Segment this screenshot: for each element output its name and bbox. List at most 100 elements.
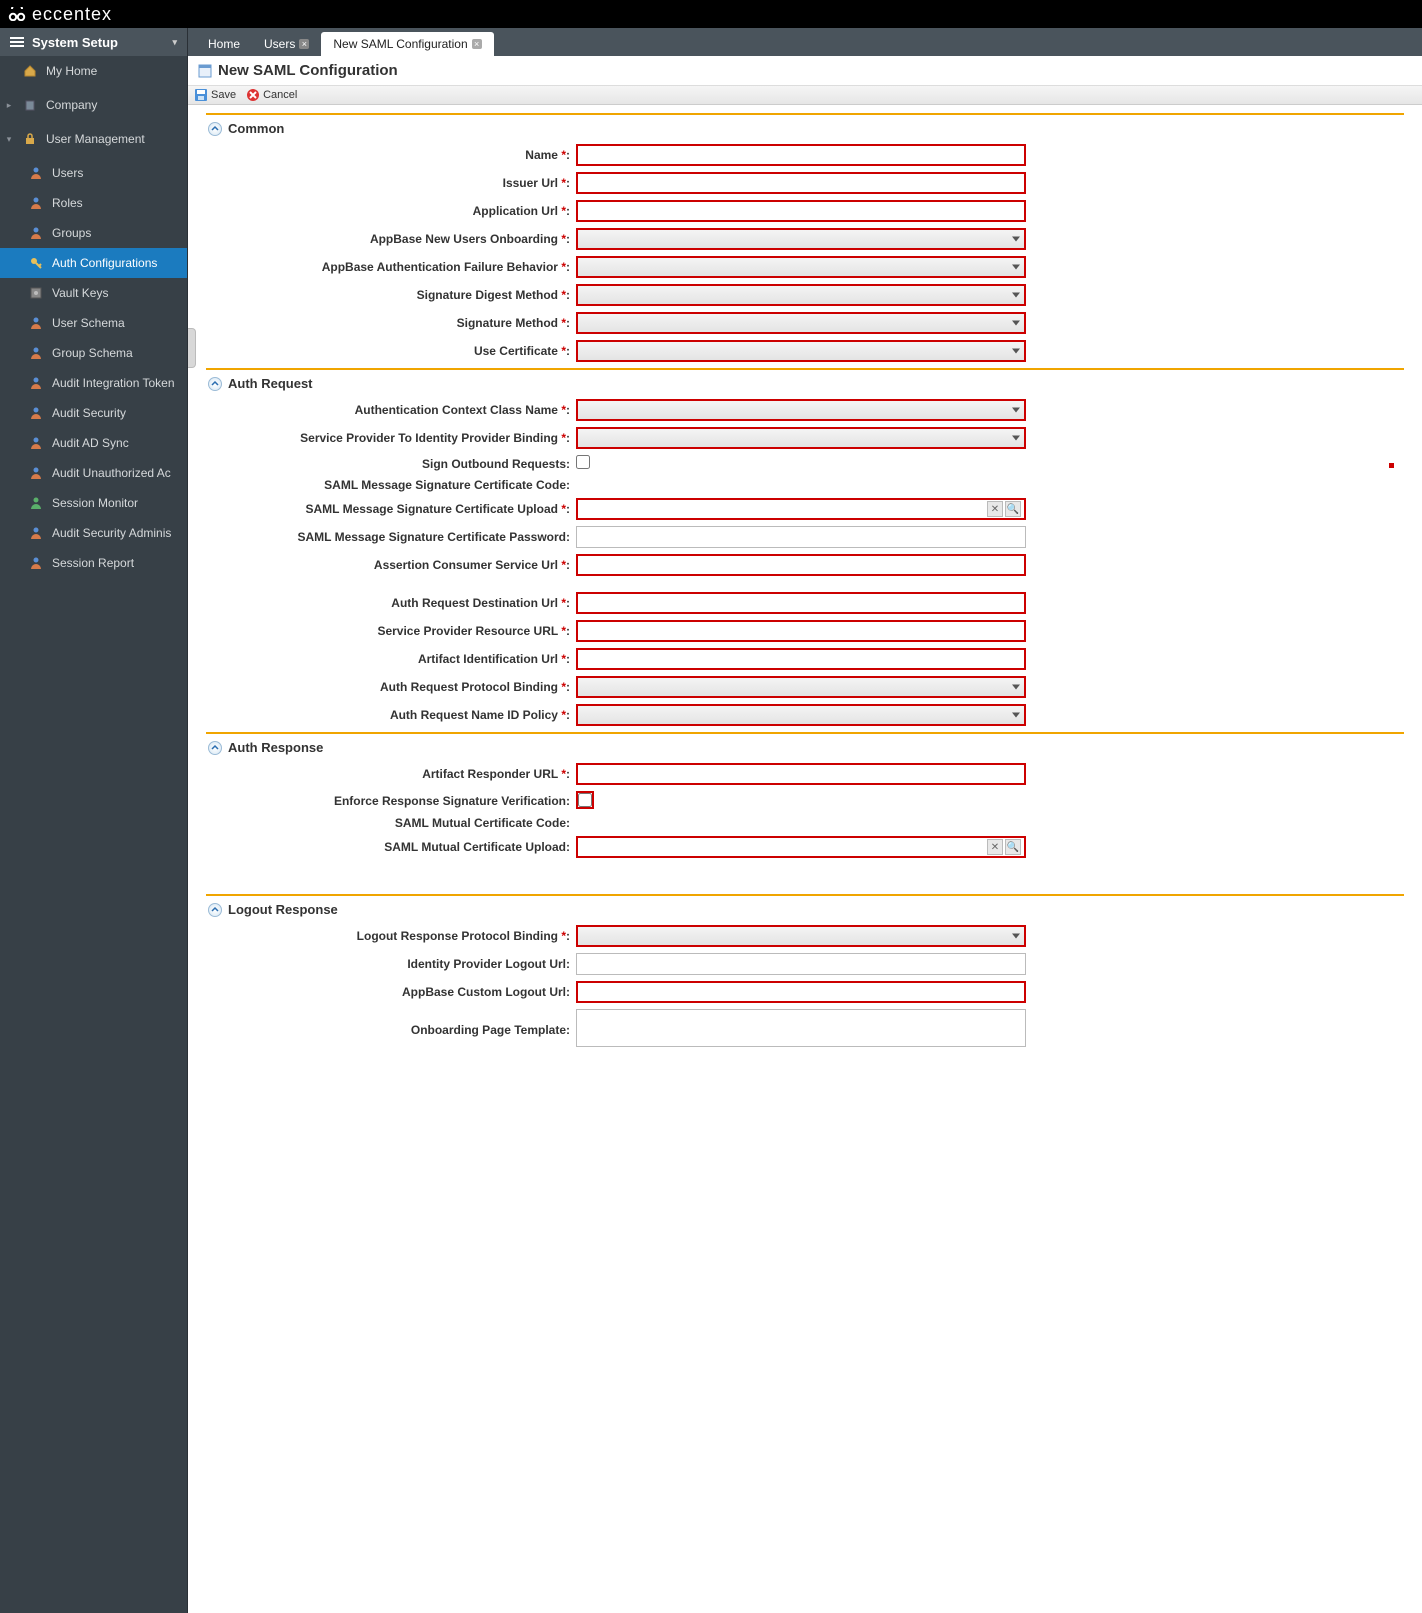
company-icon [22, 97, 38, 113]
cancel-icon [246, 88, 260, 102]
select-logout-protocol-binding[interactable] [576, 925, 1026, 947]
collapse-icon [208, 377, 222, 391]
sidebar-title: System Setup [32, 35, 118, 50]
user-icon [28, 525, 44, 541]
input-sp-resource-url[interactable] [576, 620, 1026, 642]
upload-mutual-cert[interactable]: ✕🔍 [576, 836, 1026, 858]
select-context-class[interactable] [576, 399, 1026, 421]
label-artifact-id-url: Artifact Identification Url [418, 652, 558, 666]
tab-label: New SAML Configuration [333, 37, 467, 51]
sidebar: System Setup ▾ My Home ▸Company ▾User Mana… [0, 28, 188, 1613]
input-dest-url[interactable] [576, 592, 1026, 614]
label-auth-failure: AppBase Authentication Failure Behavior [322, 260, 558, 274]
user-green-icon [28, 495, 44, 511]
input-issuer-url[interactable] [576, 172, 1026, 194]
sidebar-item[interactable]: Vault Keys [0, 278, 187, 308]
user-icon [28, 555, 44, 571]
section-header-logout-response[interactable]: Logout Response [206, 900, 1404, 925]
sidebar-item[interactable]: ▸Company [0, 90, 187, 120]
select-req-protocol-binding[interactable] [576, 676, 1026, 698]
cancel-button[interactable]: Cancel [246, 88, 297, 102]
sidebar-item[interactable]: Audit Unauthorized Ac [0, 458, 187, 488]
label-enforce-sig: Enforce Response Signature Verification: [334, 794, 570, 808]
section-header-auth-request[interactable]: Auth Request [206, 374, 1404, 399]
sidebar-item[interactable]: Session Report [0, 548, 187, 578]
sidebar-item-label: Session Monitor [52, 496, 138, 510]
select-sig-method[interactable] [576, 312, 1026, 334]
section-header-common[interactable]: Common [206, 119, 1404, 144]
sidebar-item[interactable]: Group Schema [0, 338, 187, 368]
sidebar-item[interactable]: Session Monitor [0, 488, 187, 518]
sidebar-item[interactable]: Users [0, 158, 187, 188]
label-sign-outbound: Sign Outbound Requests: [422, 457, 570, 471]
clear-icon[interactable]: ✕ [987, 839, 1003, 855]
save-button[interactable]: Save [194, 88, 236, 102]
user-icon [28, 465, 44, 481]
sidebar-item[interactable]: Roles [0, 188, 187, 218]
label-logout-protocol-binding: Logout Response Protocol Binding [357, 929, 558, 943]
sidebar-item[interactable]: Audit Security [0, 398, 187, 428]
input-acs-url[interactable] [576, 554, 1026, 576]
tab-bar: HomeUsers× New SAML Configuration × [188, 28, 1422, 56]
sidebar-item[interactable]: My Home [0, 56, 187, 86]
close-icon[interactable]: × [472, 39, 482, 49]
sidebar-item[interactable]: Auth Configurations [0, 248, 187, 278]
sidebar-item-label: Auth Configurations [52, 256, 157, 270]
sidebar-nav: My Home ▸Company ▾User Management UsersRole… [0, 56, 187, 578]
select-auth-failure[interactable] [576, 256, 1026, 278]
sidebar-item-label: Vault Keys [52, 286, 108, 300]
tree-expand-icon: ▸ [4, 100, 14, 111]
select-use-cert[interactable] [576, 340, 1026, 362]
user-icon [28, 165, 44, 181]
input-artifact-responder[interactable] [576, 763, 1026, 785]
section-common: Common Name *: Issuer Url *: Application… [206, 113, 1404, 362]
input-artifact-id-url[interactable] [576, 648, 1026, 670]
input-custom-logout-url[interactable] [576, 981, 1026, 1003]
input-sig-cert-password[interactable] [576, 526, 1026, 548]
checkbox-enforce-sig[interactable] [578, 793, 592, 807]
tree-collapse-icon: ▾ [4, 134, 14, 145]
upload-sig-cert[interactable]: ✕🔍 [576, 498, 1026, 520]
label-custom-logout-url: AppBase Custom Logout Url: [402, 985, 570, 999]
sidebar-header[interactable]: System Setup ▾ [0, 28, 187, 56]
tab[interactable]: Users× [252, 32, 321, 56]
label-sig-cert-password: SAML Message Signature Certificate Passw… [297, 530, 570, 544]
user-icon [28, 195, 44, 211]
textarea-onboarding-template[interactable] [576, 1009, 1026, 1047]
search-icon[interactable]: 🔍 [1005, 501, 1021, 517]
input-idp-logout-url[interactable] [576, 953, 1026, 975]
label-use-cert: Use Certificate [474, 344, 558, 358]
sidebar-item[interactable]: Audit Security Adminis [0, 518, 187, 548]
input-name[interactable] [576, 144, 1026, 166]
top-bar: eccentex [0, 0, 1422, 28]
user-icon [28, 225, 44, 241]
sidebar-item[interactable]: User Schema [0, 308, 187, 338]
section-header-auth-response[interactable]: Auth Response [206, 738, 1404, 763]
brand-logo: eccentex [8, 4, 112, 25]
sidebar-item[interactable]: ▾User Management [0, 124, 187, 154]
select-digest-method[interactable] [576, 284, 1026, 306]
label-dest-url: Auth Request Destination Url [391, 596, 558, 610]
sidebar-item[interactable]: Audit AD Sync [0, 428, 187, 458]
input-application-url[interactable] [576, 200, 1026, 222]
label-sig-method: Signature Method [457, 316, 558, 330]
select-onboarding[interactable] [576, 228, 1026, 250]
search-icon[interactable]: 🔍 [1005, 839, 1021, 855]
tab[interactable]: Home [196, 32, 252, 56]
sidebar-item[interactable]: Audit Integration Token [0, 368, 187, 398]
label-mutual-cert-code: SAML Mutual Certificate Code: [395, 816, 570, 830]
user-icon [28, 405, 44, 421]
sidebar-collapse-handle[interactable] [188, 328, 196, 368]
lock-icon [22, 131, 38, 147]
sidebar-item-label: Session Report [52, 556, 134, 570]
clear-icon[interactable]: ✕ [987, 501, 1003, 517]
select-sp-idp-binding[interactable] [576, 427, 1026, 449]
close-icon[interactable]: × [299, 39, 309, 49]
tab[interactable]: New SAML Configuration × [321, 32, 493, 56]
select-nameid-policy[interactable] [576, 704, 1026, 726]
label-sp-idp-binding: Service Provider To Identity Provider Bi… [300, 431, 558, 445]
sidebar-item-label: User Schema [52, 316, 125, 330]
sidebar-item[interactable]: Groups [0, 218, 187, 248]
section-auth-response: Auth Response Artifact Responder URL *: … [206, 732, 1404, 858]
checkbox-sign-outbound[interactable] [576, 455, 590, 469]
